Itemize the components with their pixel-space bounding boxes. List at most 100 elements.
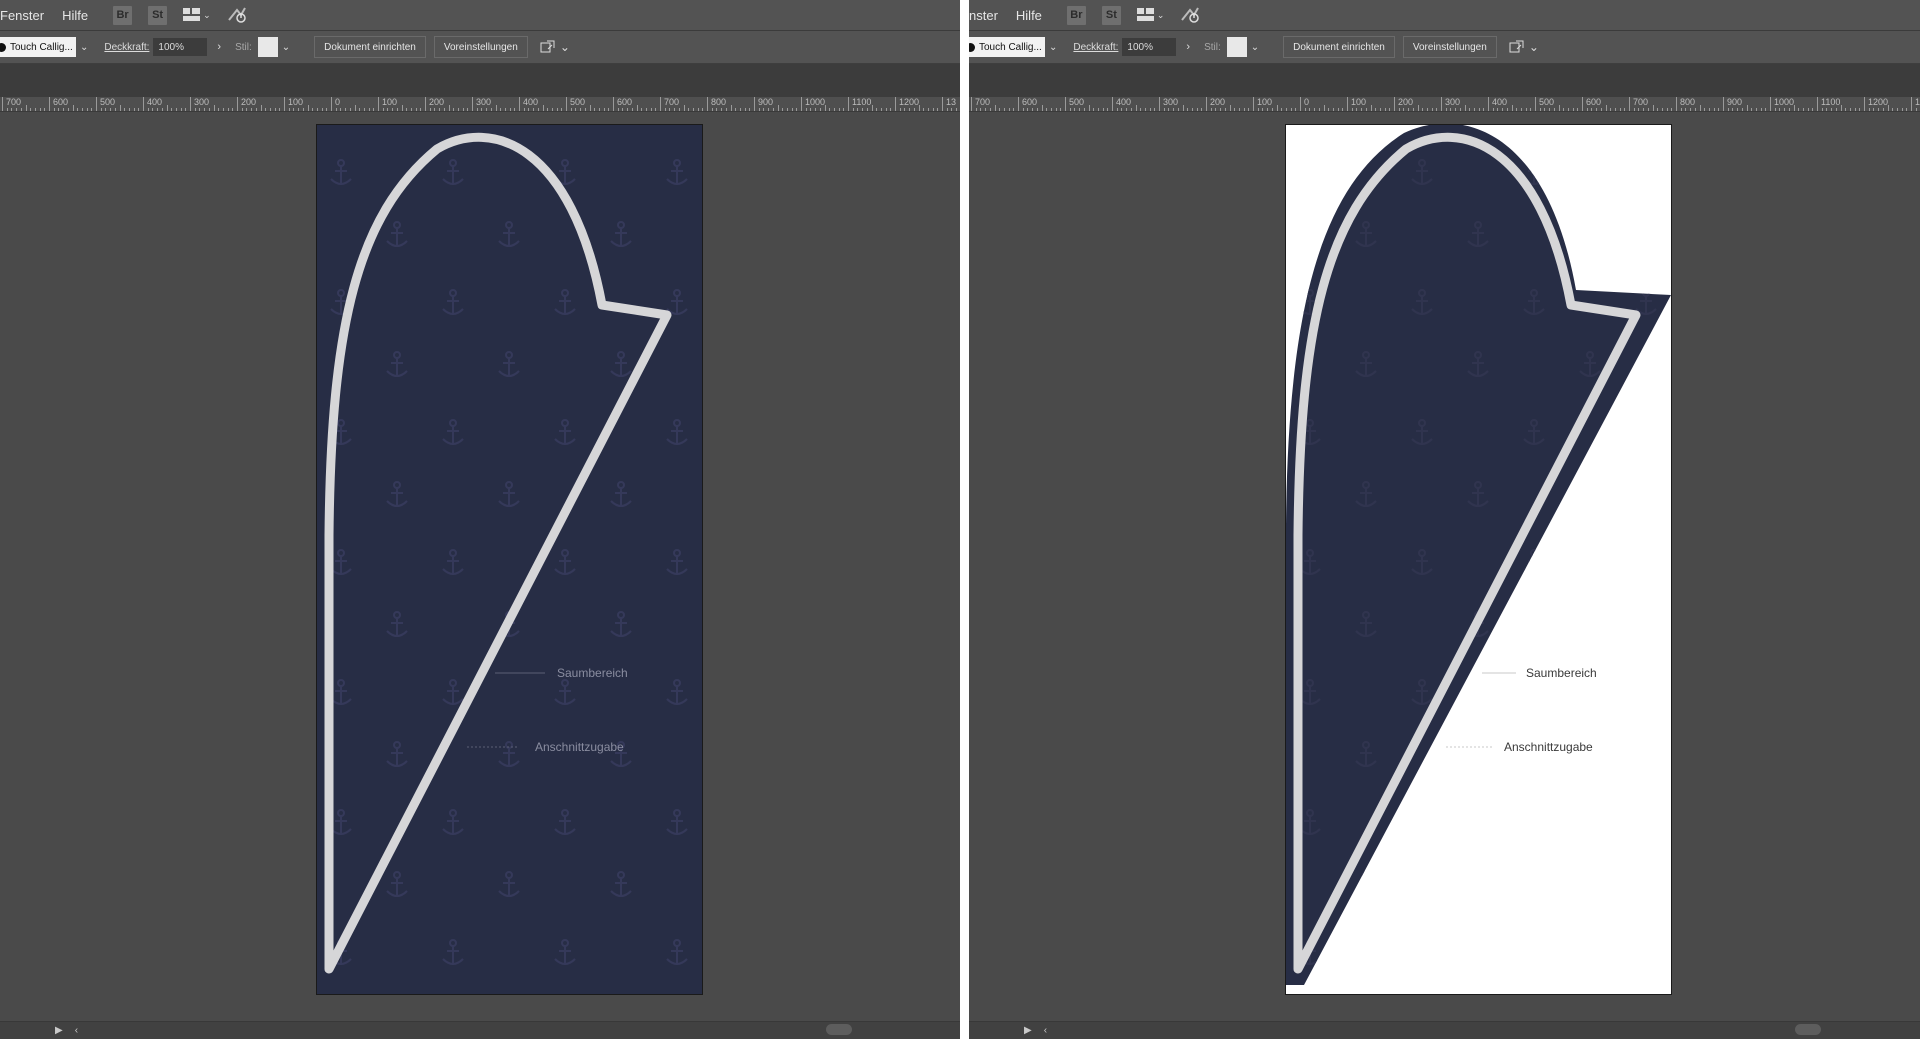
ruler-tick bbox=[641, 108, 643, 111]
ruler-tick bbox=[359, 108, 361, 111]
ruler-tick bbox=[1210, 108, 1212, 111]
ruler-tick bbox=[1314, 108, 1316, 111]
sync-icon[interactable] bbox=[227, 6, 249, 24]
ruler-tick bbox=[1464, 105, 1466, 111]
ruler-tick bbox=[1003, 108, 1005, 111]
ruler-tick bbox=[1643, 108, 1645, 111]
ruler-tick bbox=[1864, 97, 1865, 111]
ruler-tick bbox=[1206, 97, 1207, 111]
ruler-tick bbox=[999, 108, 1001, 111]
brush-select[interactable]: Touch Callig... bbox=[0, 37, 76, 57]
ruler-tick bbox=[730, 105, 732, 111]
style-swatch[interactable] bbox=[1226, 37, 1247, 57]
ruler-label: 1000 bbox=[1774, 97, 1795, 107]
style-swatch[interactable] bbox=[257, 37, 278, 57]
ruler-tick bbox=[1849, 108, 1851, 111]
artboard[interactable]: Saumbereich Anschnittzugabe bbox=[316, 124, 703, 995]
ruler-tick bbox=[838, 108, 840, 111]
menu-fenster[interactable]: nster bbox=[969, 8, 1007, 23]
sync-icon[interactable] bbox=[1180, 6, 1202, 24]
ruler-tick bbox=[110, 108, 112, 111]
ruler-tick bbox=[556, 108, 558, 111]
ruler-tick bbox=[913, 108, 915, 111]
ruler-tick bbox=[378, 97, 379, 111]
chevron-down-icon[interactable]: ⌄ bbox=[282, 42, 290, 53]
ruler-tick bbox=[39, 108, 41, 111]
ruler-tick bbox=[768, 108, 770, 111]
canvas[interactable]: Saumbereich Anschnittzugabe bbox=[969, 112, 1920, 1022]
menu-hilfe[interactable]: Hilfe bbox=[53, 8, 97, 23]
document-setup-button[interactable]: Dokument einrichten bbox=[1283, 36, 1395, 58]
ruler-tick bbox=[1690, 108, 1692, 111]
preferences-button[interactable]: Voreinstellungen bbox=[1402, 36, 1497, 58]
bridge-icon[interactable]: Br bbox=[113, 5, 133, 25]
horizontal-scrollbar[interactable] bbox=[826, 1024, 852, 1035]
ruler-tick bbox=[843, 108, 845, 111]
document-setup-button[interactable]: Dokument einrichten bbox=[314, 36, 426, 58]
ruler-tick bbox=[1309, 108, 1311, 111]
ruler-tick bbox=[1441, 97, 1442, 111]
ruler-tick bbox=[895, 97, 896, 111]
bridge-icon[interactable]: Br bbox=[1066, 5, 1086, 25]
ruler-tick bbox=[655, 108, 657, 111]
ruler-tick bbox=[251, 108, 253, 111]
ruler-tick bbox=[1840, 105, 1842, 111]
anchor-pattern bbox=[317, 125, 702, 994]
chevron-right-icon[interactable]: › bbox=[217, 41, 221, 53]
brush-select[interactable]: Touch Callig... bbox=[969, 37, 1045, 57]
opacity-label[interactable]: Deckkraft: bbox=[1073, 42, 1118, 53]
ruler-tick bbox=[1318, 108, 1320, 111]
ruler-tick bbox=[396, 108, 398, 111]
stock-icon[interactable]: St bbox=[148, 5, 168, 25]
preferences-button[interactable]: Voreinstellungen bbox=[433, 36, 528, 58]
ruler-tick bbox=[1398, 108, 1400, 111]
ruler-tick bbox=[566, 97, 567, 111]
menu-fenster[interactable]: Fenster bbox=[0, 8, 53, 23]
ruler-tick bbox=[321, 108, 323, 111]
opacity-label[interactable]: Deckkraft: bbox=[104, 42, 149, 53]
opacity-field[interactable]: 100% bbox=[1122, 38, 1177, 56]
ruler-tick bbox=[866, 108, 868, 111]
opacity-field[interactable]: 100% bbox=[153, 38, 208, 56]
ruler-tick bbox=[1375, 108, 1377, 111]
ruler-tick bbox=[1135, 105, 1137, 111]
workspace-switcher-icon[interactable]: ⌄ bbox=[183, 8, 211, 22]
ruler-label: 500 bbox=[570, 97, 586, 107]
chevron-down-icon[interactable]: ⌄ bbox=[80, 42, 88, 53]
arrange-documents-icon[interactable]: ⌄ bbox=[540, 40, 570, 54]
play-icon[interactable]: ▶ bbox=[55, 1025, 63, 1036]
menu-hilfe[interactable]: Hilfe bbox=[1007, 8, 1051, 23]
ruler-tick bbox=[1154, 108, 1156, 111]
chevron-down-icon[interactable]: ⌄ bbox=[1049, 42, 1057, 53]
horizontal-scrollbar[interactable] bbox=[1795, 1024, 1821, 1035]
ruler-tick bbox=[86, 108, 88, 111]
chevron-down-icon[interactable]: ⌄ bbox=[1251, 42, 1259, 53]
ruler-tick bbox=[1746, 105, 1748, 111]
ruler-tick bbox=[1046, 108, 1048, 111]
ruler-tick bbox=[1793, 105, 1795, 111]
artboard[interactable]: Saumbereich Anschnittzugabe bbox=[1285, 124, 1672, 995]
ruler-tick bbox=[932, 108, 934, 111]
stock-icon[interactable]: St bbox=[1101, 5, 1121, 25]
scroll-left-icon[interactable]: ‹ bbox=[75, 1025, 78, 1036]
ruler-tick bbox=[260, 105, 262, 111]
ruler-label: 300 bbox=[194, 97, 210, 107]
arrange-documents-icon[interactable]: ⌄ bbox=[1509, 40, 1539, 54]
flag-artwork: Saumbereich Anschnittzugabe bbox=[1286, 125, 1671, 994]
ruler-tick bbox=[533, 108, 535, 111]
ruler-tick bbox=[1112, 97, 1113, 111]
workspace-switcher-icon[interactable]: ⌄ bbox=[1136, 8, 1164, 22]
ruler-tick bbox=[985, 108, 987, 111]
chevron-right-icon[interactable]: › bbox=[1186, 41, 1190, 53]
ruler-tick bbox=[1191, 108, 1193, 111]
ruler-tick bbox=[1553, 108, 1555, 111]
scroll-left-icon[interactable]: ‹ bbox=[1044, 1025, 1047, 1036]
ruler-tick bbox=[1647, 108, 1649, 111]
ruler-tick bbox=[467, 108, 469, 111]
status-bar: ▶ ‹ bbox=[969, 1021, 1920, 1039]
ruler-tick bbox=[575, 108, 577, 111]
ruler-tick bbox=[1065, 97, 1066, 111]
play-icon[interactable]: ▶ bbox=[1024, 1025, 1032, 1036]
ruler-tick bbox=[429, 108, 431, 111]
canvas[interactable]: Saumbereich Anschnittzugabe bbox=[0, 112, 960, 1022]
